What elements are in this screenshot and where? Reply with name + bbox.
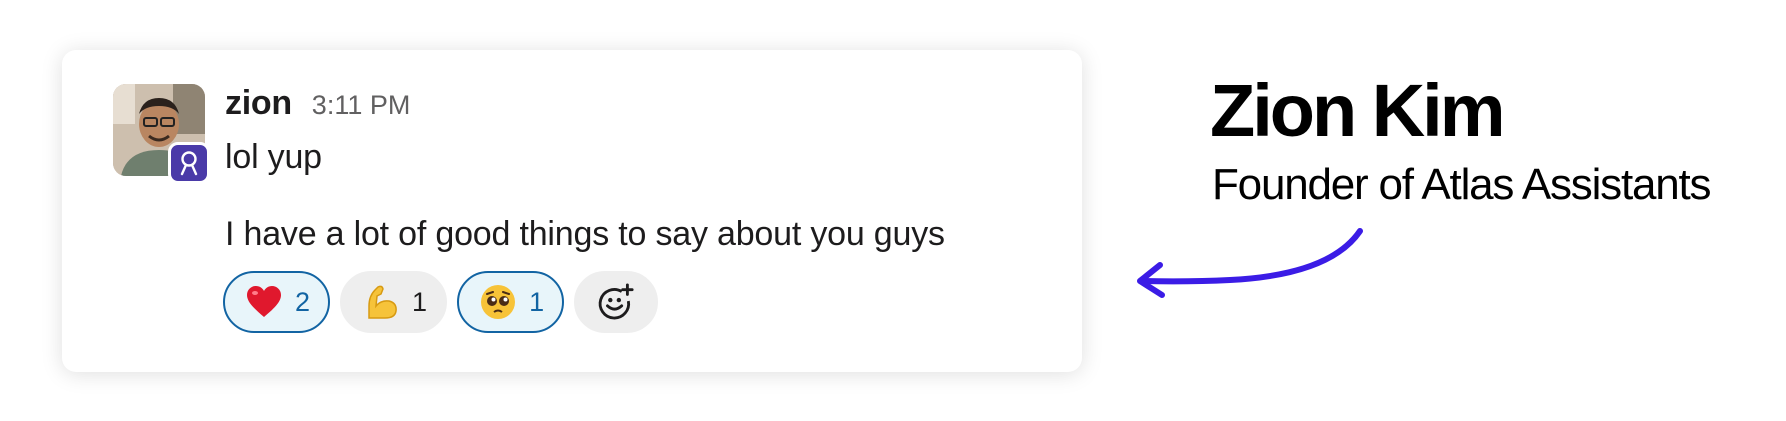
add-reaction-button[interactable] xyxy=(574,271,659,333)
pleading-face-icon xyxy=(479,283,517,321)
reaction-count: 1 xyxy=(529,286,545,317)
reaction-flexed-biceps[interactable]: 1 xyxy=(340,271,448,333)
reaction-bar: 2 1 1 xyxy=(223,271,659,333)
arrow-icon xyxy=(1137,228,1363,298)
atlas-app-badge-icon xyxy=(168,142,210,184)
reaction-heart[interactable]: 2 xyxy=(223,271,331,333)
message-text: I have a lot of good things to say about… xyxy=(225,215,945,253)
reaction-pleading-face[interactable]: 1 xyxy=(457,271,565,333)
annotation-role: Founder of Atlas Assistants xyxy=(1212,160,1712,209)
message-text: lol yup xyxy=(225,138,322,176)
reaction-count: 2 xyxy=(295,286,311,317)
red-heart-icon xyxy=(245,283,283,321)
flexed-biceps-icon xyxy=(362,283,400,321)
timestamp[interactable]: 3:11 PM xyxy=(312,90,411,121)
reaction-count: 1 xyxy=(412,286,428,317)
username[interactable]: zion xyxy=(225,84,292,123)
add-reaction-icon xyxy=(597,283,635,321)
annotation-name: Zion Kim xyxy=(1210,69,1506,152)
message-header: zion 3:11 PM xyxy=(225,84,410,124)
